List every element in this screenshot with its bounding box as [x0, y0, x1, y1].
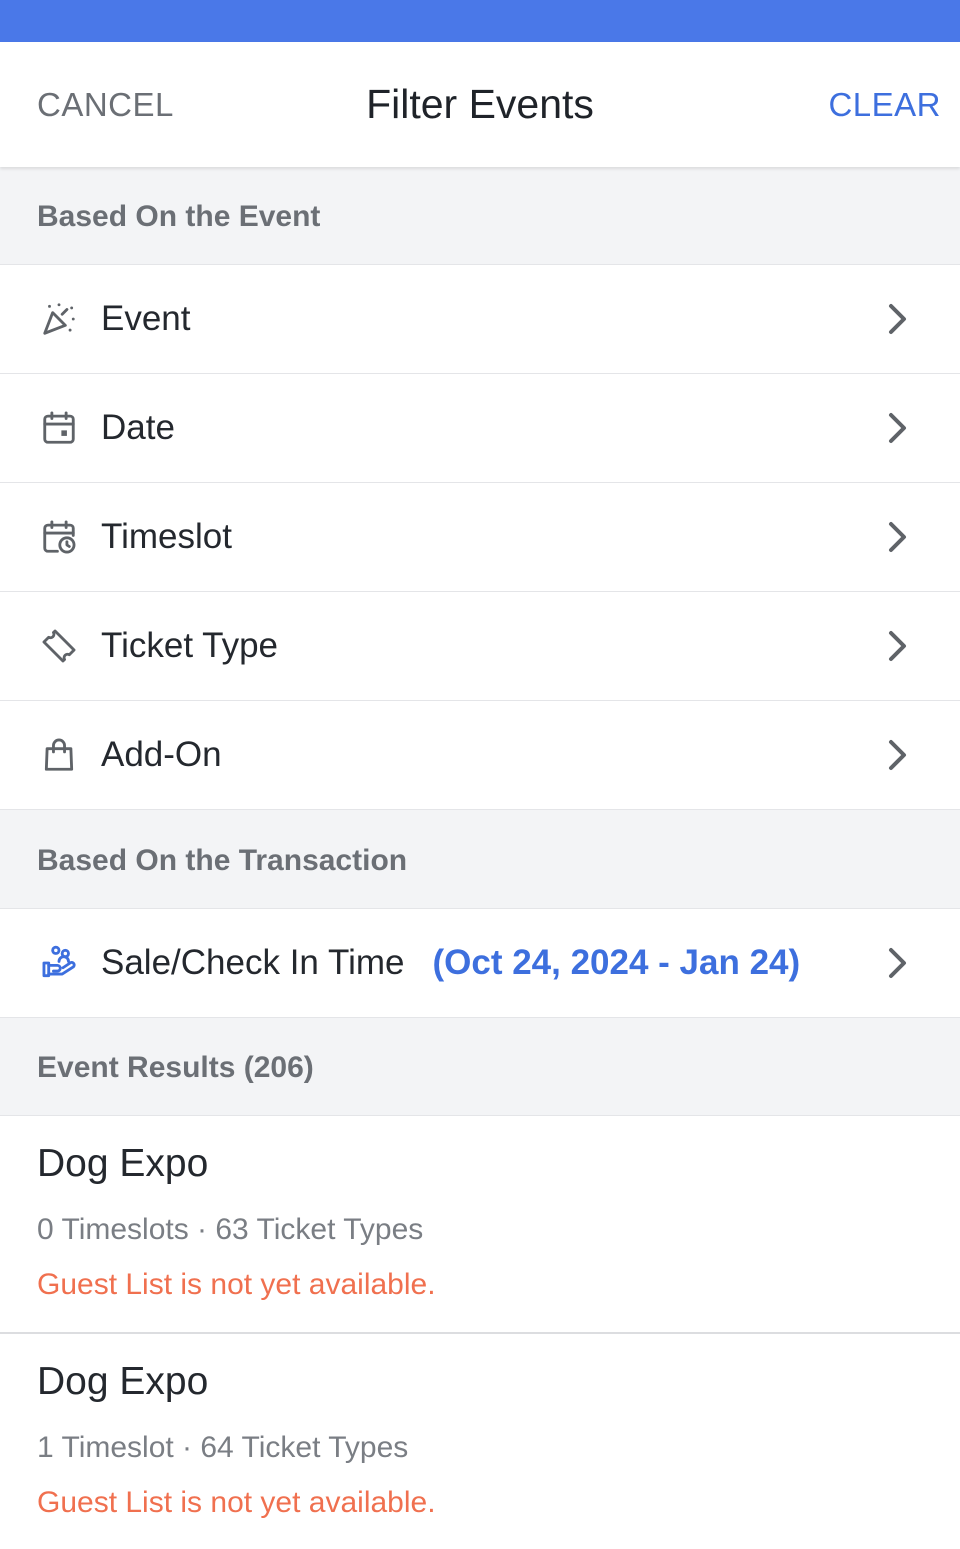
- section-header-results: Event Results (206): [0, 1018, 960, 1116]
- chevron-right-icon: [889, 631, 906, 661]
- header-bar: CANCEL Filter Events CLEAR: [0, 42, 960, 167]
- chevron-right-icon: [889, 522, 906, 552]
- filter-row-label: Ticket Type: [101, 626, 279, 665]
- event-meta: 0 Timeslots · 63 Ticket Types: [37, 1213, 424, 1246]
- chevron-right-icon: [889, 304, 906, 334]
- party-popper-icon: [39, 299, 79, 339]
- event-result-item[interactable]: Dog Expo 0 Timeslots · 63 Ticket Types G…: [0, 1116, 960, 1334]
- cancel-button[interactable]: CANCEL: [37, 42, 174, 167]
- filter-row-timeslot[interactable]: Timeslot: [0, 483, 960, 592]
- filter-row-label: Add-On: [101, 735, 222, 774]
- chevron-right-icon: [889, 413, 906, 443]
- filter-row-label: Event: [101, 299, 191, 338]
- status-bar: [0, 0, 960, 42]
- hand-people-icon: [39, 943, 79, 983]
- shopping-bag-icon: [39, 735, 79, 775]
- clear-button[interactable]: CLEAR: [828, 42, 941, 167]
- filter-row-sale-check-in-time[interactable]: Sale/Check In Time (Oct 24, 2024 - Jan 2…: [0, 909, 960, 1018]
- filter-row-label: Sale/Check In Time: [101, 943, 405, 982]
- filter-row-date[interactable]: Date: [0, 374, 960, 483]
- filter-row-add-on[interactable]: Add-On: [0, 701, 960, 810]
- event-result-item[interactable]: Dog Expo 1 Timeslot · 64 Ticket Types Gu…: [0, 1334, 960, 1549]
- selected-date-range: (Oct 24, 2024 - Jan 24): [432, 943, 801, 982]
- chevron-right-icon: [889, 740, 906, 770]
- filter-row-ticket-type[interactable]: Ticket Type: [0, 592, 960, 701]
- ticket-icon: [39, 626, 79, 666]
- filter-row-event[interactable]: Event: [0, 265, 960, 374]
- calendar-icon: [39, 408, 79, 448]
- guest-list-status: Guest List is not yet available.: [37, 1268, 436, 1301]
- calendar-clock-icon: [39, 517, 79, 557]
- filter-row-label: Timeslot: [101, 517, 232, 556]
- event-meta: 1 Timeslot · 64 Ticket Types: [37, 1431, 409, 1464]
- section-header-event: Based On the Event: [0, 167, 960, 265]
- section-header-transaction: Based On the Transaction: [0, 810, 960, 909]
- event-name: Dog Expo: [37, 1142, 209, 1185]
- filter-row-label: Date: [101, 408, 175, 447]
- event-name: Dog Expo: [37, 1360, 209, 1403]
- chevron-right-icon: [889, 948, 906, 978]
- guest-list-status: Guest List is not yet available.: [37, 1486, 436, 1519]
